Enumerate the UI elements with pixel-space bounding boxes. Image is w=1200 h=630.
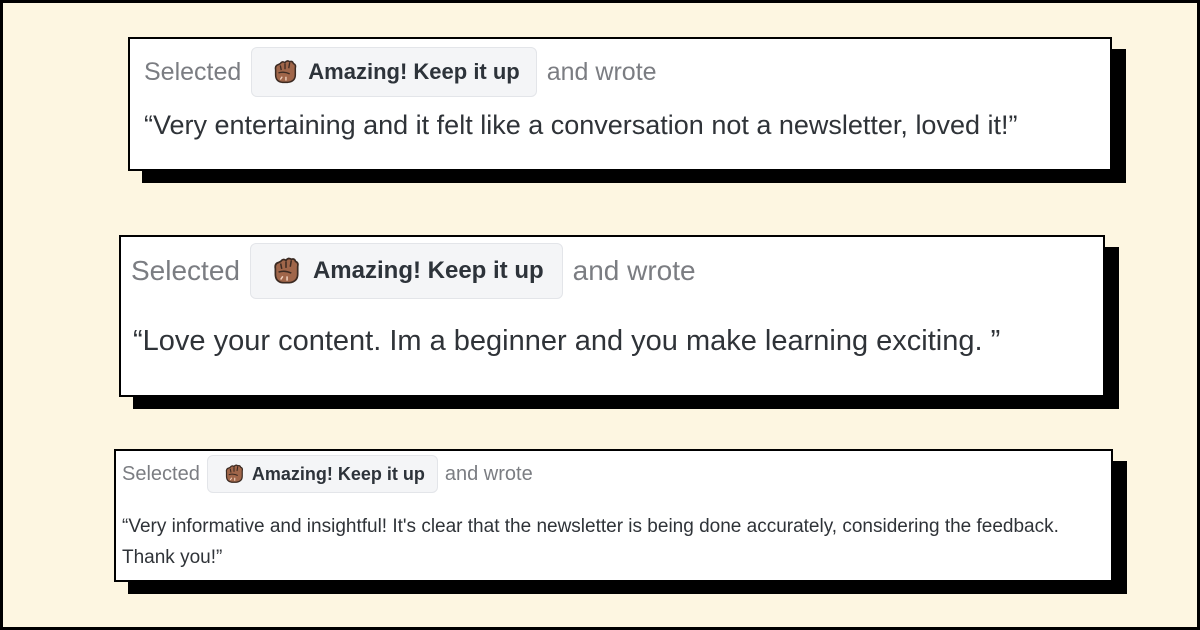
feedback-quote: “Love your content. Im a beginner and yo… [133, 325, 1001, 357]
and-wrote-label: and wrote [444, 462, 533, 485]
reaction-chip-label: Amazing! Keep it up [308, 59, 520, 84]
and-wrote-label: and wrote [546, 57, 657, 86]
reaction-chip-label: Amazing! Keep it up [251, 463, 425, 484]
feedback-header: Selected Amazing! Keep it up and wrote [131, 243, 696, 299]
feedback-quote: “Very entertaining and it felt like a co… [144, 110, 1018, 140]
selected-label: Selected [131, 255, 240, 286]
selected-label: Selected [122, 462, 200, 485]
reaction-chip: Amazing! Keep it up [206, 455, 438, 493]
feedback-quote: “Very informative and insightful! It's c… [122, 516, 1059, 568]
reaction-chip: Amazing! Keep it up [251, 47, 537, 97]
feedback-card: Selected Amazing! Keep it up and wrote “… [114, 449, 1113, 582]
reaction-chip-label: Amazing! Keep it up [312, 257, 544, 284]
fist-bump-icon [274, 60, 297, 84]
and-wrote-label: and wrote [572, 255, 696, 286]
feedback-header: Selected Amazing! Keep it up and wrote [122, 455, 533, 493]
reaction-chip: Amazing! Keep it up [249, 243, 563, 299]
feedback-header: Selected Amazing! Keep it up and wrote [144, 47, 657, 97]
feedback-card: Selected Amazing! Keep it up and wrote “… [119, 235, 1105, 397]
fist-bump-icon [274, 257, 299, 284]
feedback-card: Selected Amazing! Keep it up and wrote “… [128, 37, 1112, 171]
fist-bump-icon [225, 464, 243, 483]
selected-label: Selected [144, 57, 242, 86]
testimonial-frame: Selected Amazing! Keep it up and wrote “… [0, 0, 1200, 630]
